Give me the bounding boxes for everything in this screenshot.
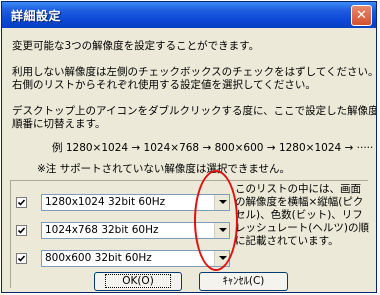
example-text: 例 1280×1024 → 1024×768 → 800×600 → 1280×… <box>52 142 374 154</box>
title-bar[interactable]: 詳細設定 ✕ <box>2 2 376 28</box>
dropdown-arrow-icon[interactable] <box>214 195 229 210</box>
dropdown-arrow-icon[interactable] <box>214 223 229 238</box>
dialog-title: 詳細設定 <box>11 9 62 23</box>
resolution-3-combobox[interactable]: 800x600 32bit 60Hz <box>41 250 230 267</box>
resolution-1-combobox[interactable]: 1280x1024 32bit 60Hz <box>41 194 230 211</box>
list-description: このリストの中には、画面の解像度を横幅×縦幅(ピクセル)、色数(ビット)、リフレ… <box>235 183 369 247</box>
cancel-button[interactable]: ｷｬﾝｾﾙ(C) <box>199 272 288 291</box>
instruction-text-2: 右側のリストからそれぞれ使用する設定値を選択してください。 <box>12 79 316 91</box>
close-button[interactable]: ✕ <box>351 5 372 26</box>
resolution-2-checkbox[interactable] <box>16 225 27 236</box>
checkmark-icon <box>17 199 26 206</box>
instruction-text-3: デスクトップ上のアイコンをダブルクリックする度に、ここで設定した解像度を <box>12 105 377 117</box>
resolution-1-value: 1280x1024 32bit 60Hz <box>45 196 166 208</box>
resolution-3-value: 800x600 32bit 60Hz <box>45 252 152 264</box>
ok-button-label: OK(O) <box>105 274 171 288</box>
dropdown-arrow-icon[interactable] <box>214 251 229 266</box>
intro-text: 変更可能な3つの解像度を設定することができます。 <box>12 40 260 52</box>
checkmark-icon <box>17 255 26 262</box>
note-text: ※注 サポートされていない解像度は選択できません。 <box>37 163 291 175</box>
settings-dialog: 詳細設定 ✕ 変更可能な3つの解像度を設定することができます。 利用しない解像度… <box>1 1 377 293</box>
checkmark-icon <box>17 227 26 234</box>
instruction-text-4: 順番に切替えます。 <box>12 118 106 130</box>
instruction-text-1: 利用しない解像度は左側のチェックボックスのチェックをはずしてください。 <box>12 66 377 78</box>
resolution-3-checkbox[interactable] <box>16 253 27 264</box>
resolution-2-value: 1024x768 32bit 60Hz <box>45 224 159 236</box>
resolution-2-combobox[interactable]: 1024x768 32bit 60Hz <box>41 222 230 239</box>
resolution-1-checkbox[interactable] <box>16 197 27 208</box>
ok-button[interactable]: OK(O) <box>94 272 182 291</box>
